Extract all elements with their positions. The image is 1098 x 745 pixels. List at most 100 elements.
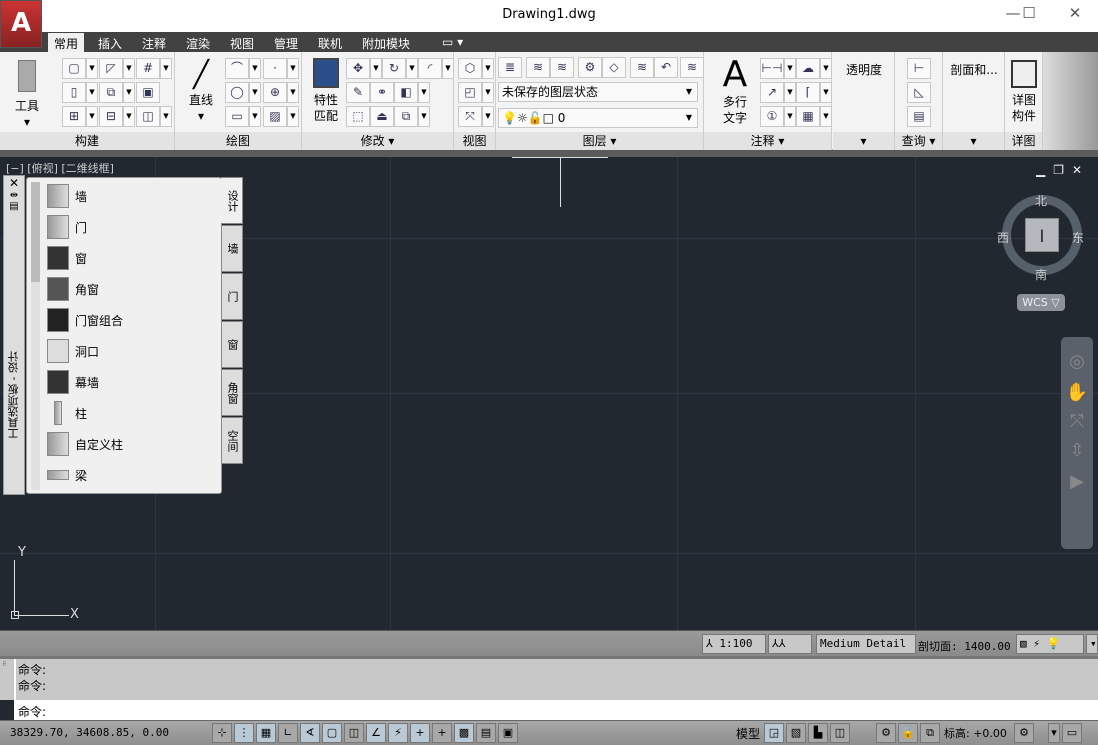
tab-manage[interactable]: 管理 xyxy=(268,33,304,52)
otrack-toggle[interactable]: ∠ xyxy=(366,723,386,743)
dropdown-arrow[interactable]: ▼ xyxy=(418,106,430,127)
scrollbar-thumb[interactable] xyxy=(31,182,40,282)
transparency-toggle[interactable]: ▩ xyxy=(454,723,474,743)
palette-close-icon[interactable]: ✕ xyxy=(4,176,24,190)
model-space-icon[interactable]: ◲ xyxy=(764,723,784,743)
tools-button[interactable]: 工具 ▾ xyxy=(8,60,46,130)
panel-expand[interactable]: ▾ xyxy=(833,132,894,150)
dropdown-arrow[interactable]: ▼ xyxy=(86,106,98,127)
layer-dropdown[interactable]: 💡☼🔓□ 0 ▼ xyxy=(498,108,698,128)
dimension-icon[interactable]: ⊢⊣ xyxy=(760,58,784,79)
layer-merge-icon[interactable]: ≋ xyxy=(630,57,654,78)
model-tab[interactable]: 模型 xyxy=(736,725,760,742)
auto-hide-icon[interactable]: ⇹ xyxy=(4,190,24,201)
panel-label[interactable]: 修改 ▾ xyxy=(302,132,453,150)
ortho-toggle[interactable]: ∟ xyxy=(278,723,298,743)
dropdown-arrow[interactable]: ▼ xyxy=(249,58,261,79)
panel-label[interactable]: 图层 ▾ xyxy=(496,132,703,150)
palette-item-custom-column[interactable]: 自定义柱 xyxy=(47,430,123,458)
display-config-icons[interactable]: ▧ ⚡ 💡 xyxy=(1016,634,1084,654)
dropdown-arrow[interactable]: ▼ xyxy=(820,106,832,127)
ellipse-icon[interactable]: ⊕ xyxy=(263,82,287,103)
tab-annotate[interactable]: 注释 xyxy=(136,33,172,52)
dropdown-arrow[interactable]: ▼ xyxy=(123,106,135,127)
layer-walk-icon[interactable]: ≋ xyxy=(680,57,704,78)
door-icon[interactable]: ▯ xyxy=(62,82,86,103)
grid-toggle[interactable]: ▦ xyxy=(256,723,276,743)
layer-state-dropdown[interactable]: 未保存的图层状态 ▼ xyxy=(498,82,698,102)
circle-icon[interactable]: ◯ xyxy=(225,82,249,103)
dropdown-arrow[interactable]: ▼ xyxy=(482,58,494,79)
palette-tab-window[interactable]: 窗 xyxy=(221,321,243,368)
palette-scrollbar[interactable] xyxy=(31,182,40,490)
layer-match-icon[interactable]: ≋ xyxy=(550,57,574,78)
dropdown-arrow[interactable]: ▼ xyxy=(482,106,494,127)
dropdown-arrow[interactable]: ▼ xyxy=(287,82,299,103)
palette-item-wall[interactable]: 墙 xyxy=(47,182,87,210)
layer-properties-icon[interactable]: ≣ xyxy=(498,57,522,78)
dropdown-arrow[interactable]: ▼ xyxy=(370,58,382,79)
status-menu-arrow[interactable]: ▾ xyxy=(1048,723,1060,743)
annotation-scale-dropdown[interactable]: ⅄ 1:100 ▾ xyxy=(702,634,766,668)
zoom-icon[interactable]: ⤧ xyxy=(1061,411,1093,432)
tool-palette-titlebar[interactable]: ✕ ⇹ ▤ 工具选项板 - 设计 xyxy=(3,175,25,495)
close-button[interactable]: ✕ xyxy=(1060,4,1090,26)
clean-screen-icon[interactable]: ▭ xyxy=(1062,723,1082,743)
command-line-input[interactable]: 命令: xyxy=(14,700,1098,720)
tab-online[interactable]: 联机 xyxy=(312,33,348,52)
zoom-extents-icon[interactable]: ⤧ xyxy=(458,106,482,127)
stretch-icon[interactable]: ⏏ xyxy=(370,106,394,127)
layout1-icon[interactable]: ▧ xyxy=(786,723,806,743)
display-detail-dropdown[interactable]: Medium Detail ▾ xyxy=(816,634,916,668)
viewcube-top-face[interactable]: | xyxy=(1025,218,1059,252)
dropdown-arrow[interactable]: ▼ xyxy=(442,58,454,79)
palette-tab-door[interactable]: 门 xyxy=(221,273,243,320)
mtext-button[interactable]: A 多行 文字 xyxy=(712,56,758,126)
tag-icon[interactable]: ① xyxy=(760,106,784,127)
measure-area-icon[interactable]: ◺ xyxy=(907,82,931,103)
panel-label[interactable]: 详图 xyxy=(1005,132,1042,150)
visual-style-icon[interactable]: ◰ xyxy=(458,82,482,103)
palette-item-curtain-wall[interactable]: 幕墙 xyxy=(47,368,99,396)
dropdown-arrow[interactable]: ▼ xyxy=(123,82,135,103)
showmotion-icon[interactable]: ▶ xyxy=(1061,471,1093,492)
layer-off-icon[interactable]: ◇ xyxy=(602,57,626,78)
dropdown-arrow[interactable]: ▼ xyxy=(820,82,832,103)
quick-properties-toggle[interactable]: ▤ xyxy=(476,723,496,743)
lock-icon[interactable]: 🔓 xyxy=(898,723,918,743)
viewport-controls-label[interactable]: [−] [俯视] [二维线框] xyxy=(6,160,114,176)
tab-insert[interactable]: 插入 xyxy=(92,33,128,52)
coordinates-readout[interactable]: 38329.70, 34608.85, 0.00 xyxy=(10,726,169,739)
copy-icon[interactable]: ⚭ xyxy=(370,82,394,103)
dropdown-arrow[interactable]: ▼ xyxy=(160,106,172,127)
isolate-objects-icon[interactable]: ⧉ xyxy=(920,723,940,743)
dropdown-arrow[interactable]: ▼ xyxy=(123,58,135,79)
annotation-visibility-icons[interactable]: ⅄⅄ xyxy=(768,634,812,654)
elevation-readout[interactable]: 标高: +0.00 xyxy=(944,725,1007,741)
section-button[interactable]: 剖面和... xyxy=(943,62,1005,78)
panel-label[interactable]: 注释 ▾ xyxy=(704,132,831,150)
compass-west[interactable]: 西 xyxy=(997,229,1009,246)
dropdown-arrow[interactable]: ▼ xyxy=(249,82,261,103)
properties-icon[interactable]: ▤ xyxy=(4,201,24,212)
view-cube-icon[interactable]: ⬡ xyxy=(458,58,482,79)
palette-tab-space[interactable]: 空间 xyxy=(221,417,243,464)
rotate-icon[interactable]: ↻ xyxy=(382,58,406,79)
dropdown-arrow[interactable]: ▼ xyxy=(287,58,299,79)
hatch-icon[interactable]: ▨ xyxy=(263,106,287,127)
revcloud-icon[interactable]: ☁ xyxy=(796,58,820,79)
stair-icon[interactable]: ⧉ xyxy=(99,82,123,103)
wall-icon[interactable]: ▢ xyxy=(62,58,86,79)
palette-item-door[interactable]: 门 xyxy=(47,213,87,241)
compass-north[interactable]: 北 xyxy=(1035,192,1047,209)
panel-label[interactable]: 绘图 xyxy=(175,132,301,150)
osnap-toggle[interactable]: ▢ xyxy=(322,723,342,743)
rectangle-icon[interactable]: ▭ xyxy=(225,106,249,127)
infer-constraints-toggle[interactable]: ⊹ xyxy=(212,723,232,743)
palette-tab-wall[interactable]: 墙 xyxy=(221,225,243,272)
tab-options-dropdown[interactable]: ▭ ▾ xyxy=(436,33,469,52)
tab-view[interactable]: 视图 xyxy=(224,33,260,52)
status-menu-arrow[interactable]: ▾ xyxy=(1086,634,1098,654)
dropdown-arrow[interactable]: ▼ xyxy=(784,82,796,103)
arc-icon[interactable]: ⌒ xyxy=(225,58,249,79)
